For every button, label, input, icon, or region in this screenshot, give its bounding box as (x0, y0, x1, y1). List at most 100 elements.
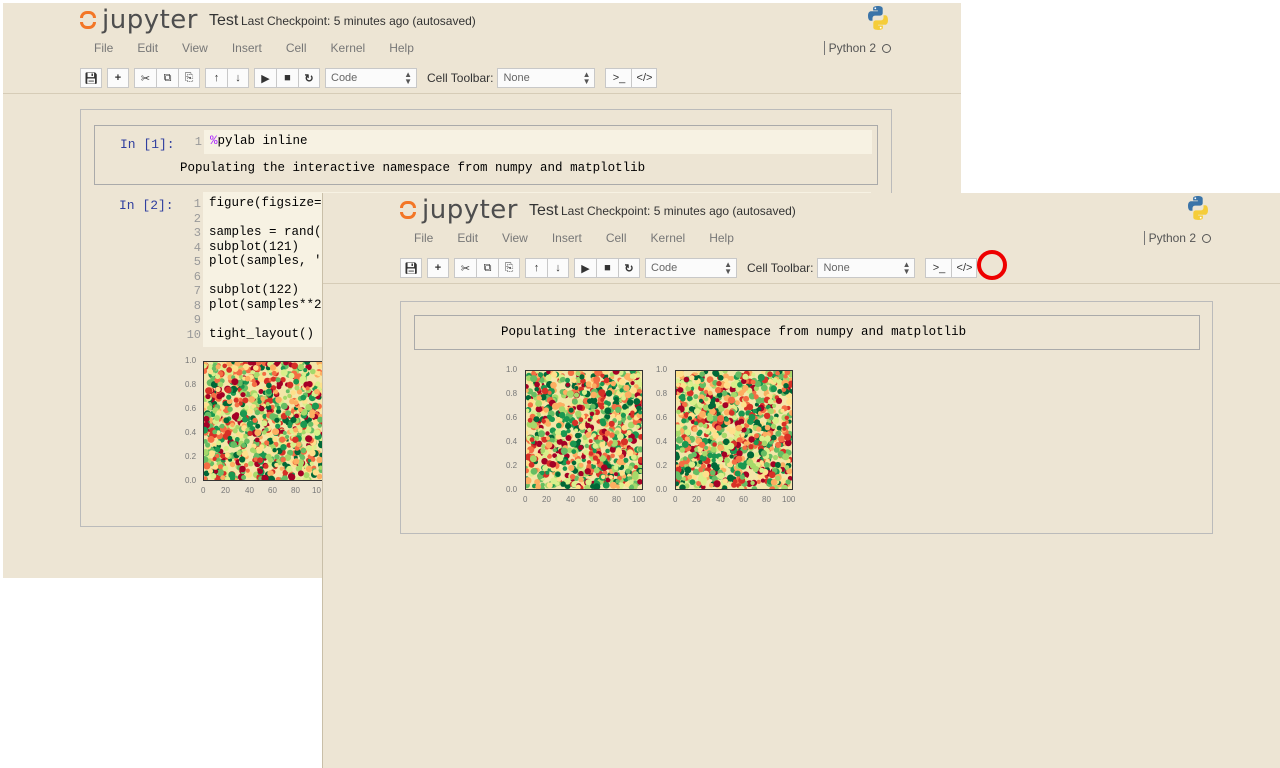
scatter-point (534, 386, 539, 392)
insert-cell-button[interactable]: + (427, 258, 449, 278)
menu-edit[interactable]: Edit (457, 231, 478, 245)
cell-type-select[interactable]: Code ▲ ▼ (645, 258, 737, 278)
scatter-point (298, 463, 304, 468)
code-cell[interactable]: In [1]: 1 %pylab inline Populating the i… (94, 125, 878, 185)
y-tick-label: 0.2 (506, 461, 518, 470)
cell-input[interactable]: 1 %pylab inline (176, 130, 872, 154)
run-button[interactable]: ▶ (254, 68, 276, 88)
scatter-point (782, 426, 787, 431)
cell-toolbar-select[interactable]: None ▲ ▼ (817, 258, 916, 278)
menu-help[interactable]: Help (389, 41, 414, 55)
save-button[interactable]: 💾︎ (80, 68, 102, 88)
scatter-point (730, 381, 738, 388)
checkpoint-status: Last Checkpoint: 5 minutes ago (autosave… (241, 14, 476, 28)
toggle-code-button[interactable]: </> (631, 68, 658, 88)
menu-file[interactable]: File (414, 231, 433, 245)
scatter-point (588, 451, 594, 456)
scatter-point (599, 418, 606, 425)
kernel-indicator[interactable]: Python 2 (823, 41, 891, 55)
cut-button[interactable]: ✂ (454, 258, 476, 278)
scatter-point (676, 436, 684, 444)
scatter-point (738, 418, 745, 425)
x-tick-label: 60 (268, 486, 277, 495)
y-tick-label: 1.0 (656, 365, 668, 374)
run-button[interactable]: ▶ (574, 258, 596, 278)
cell-type-select[interactable]: Code ▲ ▼ (325, 68, 417, 88)
cell-toolbar-select[interactable]: None ▲ ▼ (497, 68, 596, 88)
menu-help[interactable]: Help (709, 231, 734, 245)
menu-view[interactable]: View (182, 41, 208, 55)
plus-icon: + (114, 72, 122, 84)
copy-button[interactable]: ⧉ (476, 258, 498, 278)
scatter-point (241, 443, 247, 448)
scatter-point (559, 412, 566, 419)
scatter-point (784, 433, 792, 441)
notebook-name[interactable]: Test (529, 202, 558, 220)
kernel-indicator[interactable]: Python 2 (1143, 231, 1211, 245)
menu-cell[interactable]: Cell (286, 41, 307, 55)
move-up-button[interactable]: ↑ (205, 68, 227, 88)
scatter-point (212, 429, 218, 435)
save-button[interactable]: 💾︎ (400, 258, 422, 278)
y-tick-label: 0.2 (185, 452, 197, 461)
scatter-point (588, 439, 593, 444)
scatter-point (545, 470, 550, 475)
scatter-point (783, 374, 788, 379)
paste-button[interactable]: ⎘ (498, 258, 520, 278)
checkpoint-status: Last Checkpoint: 5 minutes ago (autosave… (561, 204, 796, 218)
scatter-point (222, 465, 229, 472)
menu-insert[interactable]: Insert (232, 41, 262, 55)
toolbar: 💾︎ + ✂ ⧉ ⎘ ↑ ↓ ▶ ■ ↻ Code ▲ ▼ Cell Toolba… (80, 67, 662, 89)
move-down-button[interactable]: ↓ (547, 258, 569, 278)
scatter-point (581, 454, 586, 459)
scatter-point (718, 456, 724, 462)
insert-cell-button[interactable]: + (107, 68, 129, 88)
restart-button[interactable]: ↻ (618, 258, 640, 278)
scatter-point (560, 481, 566, 487)
menu-insert[interactable]: Insert (552, 231, 582, 245)
console-button[interactable]: >_ (925, 258, 952, 278)
scatter-point (711, 462, 718, 469)
scatter-point (241, 450, 249, 458)
jupyter-logo[interactable]: jupyter (399, 195, 518, 225)
notebook-name[interactable]: Test (209, 12, 238, 30)
scatter-point (565, 377, 570, 383)
scatter-point (274, 454, 280, 460)
cell-type-value: Code (331, 72, 358, 84)
copy-button[interactable]: ⧉ (156, 68, 178, 88)
scatter-point (271, 370, 277, 376)
output-cell[interactable]: Populating the interactive namespace fro… (414, 315, 1200, 350)
toggle-code-button[interactable]: </> (951, 258, 978, 278)
menu-edit[interactable]: Edit (137, 41, 158, 55)
scatter-point (534, 435, 540, 441)
console-button[interactable]: >_ (605, 68, 632, 88)
menu-kernel[interactable]: Kernel (331, 41, 366, 55)
menu-cell[interactable]: Cell (606, 231, 627, 245)
restart-button[interactable]: ↻ (298, 68, 320, 88)
cell-prompt: In [2]: (119, 198, 174, 213)
scatter-point (681, 418, 687, 424)
menu-file[interactable]: File (94, 41, 113, 55)
menu-kernel[interactable]: Kernel (651, 231, 686, 245)
scatter-point (581, 389, 588, 395)
jupyter-logo[interactable]: jupyter (79, 5, 198, 35)
scatter-point (780, 462, 786, 468)
arrow-up-icon: ↑ (213, 72, 220, 84)
scatter-point (310, 368, 316, 375)
move-down-button[interactable]: ↓ (227, 68, 249, 88)
scatter-point (613, 396, 619, 402)
scatter-point (775, 397, 783, 404)
scatter-point (303, 472, 310, 479)
stop-button[interactable]: ■ (596, 258, 618, 278)
scatter-point (590, 391, 597, 399)
paste-button[interactable]: ⎘ (178, 68, 200, 88)
scatter-point (717, 415, 725, 422)
scatter-point (251, 448, 257, 454)
scatter-point (736, 450, 743, 457)
stop-button[interactable]: ■ (276, 68, 298, 88)
scatter-point (780, 408, 785, 413)
move-up-button[interactable]: ↑ (525, 258, 547, 278)
menu-view[interactable]: View (502, 231, 528, 245)
cut-button[interactable]: ✂ (134, 68, 156, 88)
scatter-point (681, 476, 686, 481)
